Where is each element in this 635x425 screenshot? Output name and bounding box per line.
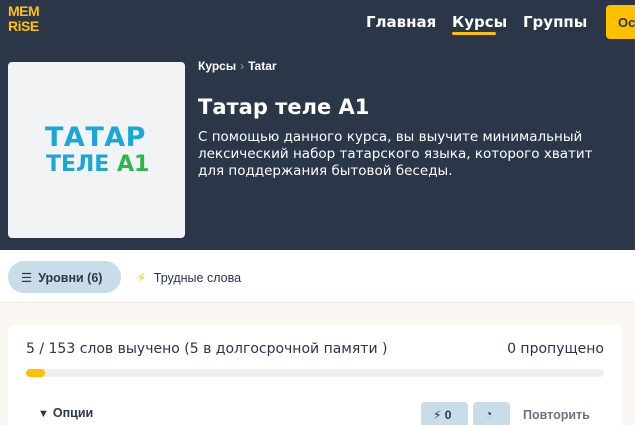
bolt-icon: ⚡ bbox=[433, 408, 442, 422]
nav-home-link[interactable]: Главная bbox=[366, 13, 436, 31]
nav-courses-link[interactable]: Курсы bbox=[452, 13, 507, 31]
breadcrumb-chevron-icon: › bbox=[240, 59, 245, 73]
top-navbar: MEM RiSE Главная Курсы Группы Ос bbox=[0, 0, 635, 46]
course-image: ТАТАР ТЕЛЕ А1 bbox=[8, 62, 185, 238]
repeat-button[interactable]: Повторить bbox=[523, 408, 590, 422]
header-cta-button[interactable]: Ос bbox=[606, 5, 635, 39]
course-tabs: ☰ Уровни (6) ⚡ Трудные слова bbox=[0, 250, 635, 303]
tab-difficult-words[interactable]: ⚡ Трудные слова bbox=[137, 270, 241, 285]
logo-line-2: RiSE bbox=[8, 18, 39, 34]
course-image-word: ТЕЛЕ bbox=[46, 152, 110, 177]
tab-difficult-label: Трудные слова bbox=[153, 271, 242, 285]
speed-review-button[interactable]: ⚡ 0 bbox=[421, 402, 468, 425]
timed-review-button[interactable]: ◔ bbox=[473, 402, 510, 425]
course-description: С помощью данного курса, вы выучите мини… bbox=[198, 129, 593, 179]
options-toggle[interactable]: ▼ Опции bbox=[38, 406, 93, 420]
words-skipped-text: 0 пропущено bbox=[507, 341, 604, 357]
course-image-line-2: ТЕЛЕ А1 bbox=[46, 152, 149, 177]
progress-bar-fill bbox=[26, 369, 45, 377]
speed-review-count: 0 bbox=[444, 408, 452, 422]
memrise-logo[interactable]: MEM RiSE bbox=[8, 4, 44, 38]
active-nav-indicator bbox=[452, 32, 496, 35]
bolt-icon: ⚡ bbox=[137, 271, 146, 285]
progress-bar bbox=[26, 369, 604, 377]
progress-card: 5 / 153 слов выучено (5 в долгосрочной п… bbox=[8, 325, 622, 425]
breadcrumb-tatar-link[interactable]: Tatar bbox=[248, 59, 276, 73]
breadcrumb: Курсы › Tatar bbox=[198, 59, 277, 73]
course-image-level: А1 bbox=[117, 152, 150, 177]
tab-levels-label: Уровни (6) bbox=[38, 271, 103, 285]
logo-line-1: MEM bbox=[8, 3, 40, 19]
words-learned-text: 5 / 153 слов выучено (5 в долгосрочной п… bbox=[26, 341, 388, 357]
chevron-down-icon: ▼ bbox=[38, 408, 49, 420]
course-hero: ТАТАР ТЕЛЕ А1 Курсы › Tatar Татар теле А1 … bbox=[0, 46, 635, 250]
breadcrumb-courses-link[interactable]: Курсы bbox=[198, 59, 236, 73]
list-icon: ☰ bbox=[21, 271, 33, 285]
nav-groups-link[interactable]: Группы bbox=[523, 13, 587, 31]
options-label: Опции bbox=[52, 406, 94, 420]
tab-levels[interactable]: ☰ Уровни (6) bbox=[8, 261, 121, 293]
clock-icon: ◔ bbox=[485, 407, 493, 421]
course-image-line-1: ТАТАР bbox=[45, 122, 146, 153]
course-title: Татар теле А1 bbox=[198, 95, 370, 119]
